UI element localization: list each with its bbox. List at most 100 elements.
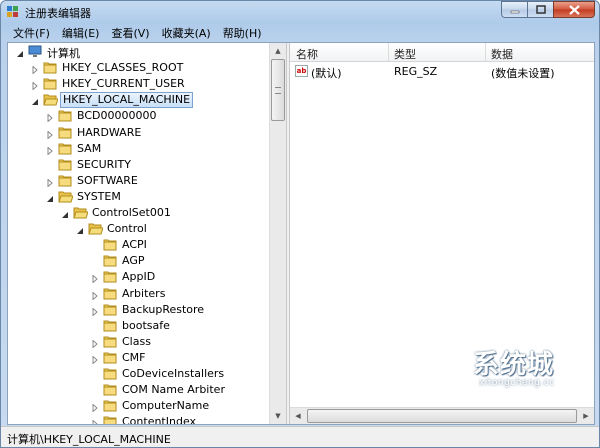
tree-node[interactable]: ACPI xyxy=(8,237,268,253)
folder-icon xyxy=(103,351,118,364)
minimize-button[interactable] xyxy=(501,1,527,18)
folder-icon xyxy=(103,303,118,316)
tree-node-label: Arbiters xyxy=(122,286,166,300)
scroll-down-arrow-icon[interactable]: ▼ xyxy=(270,408,286,424)
collapsed-arrow-icon[interactable] xyxy=(46,177,54,188)
tree-node[interactable]: SOFTWARE xyxy=(8,173,268,189)
column-name[interactable]: 名称 xyxy=(296,46,318,62)
collapsed-arrow-icon[interactable] xyxy=(91,273,99,284)
tree-node[interactable]: ComputerName xyxy=(8,398,268,414)
collapsed-arrow-icon[interactable] xyxy=(91,306,99,317)
collapsed-arrow-icon[interactable] xyxy=(91,402,99,413)
computer-icon xyxy=(28,45,43,58)
folder-icon xyxy=(58,174,73,187)
tree-node-label: ControlSet001 xyxy=(92,206,171,219)
key-tree[interactable]: 计算机 HKEY_CLASSES_ROOT HKEY_CURRENT_USER HKE… xyxy=(8,43,286,424)
folder-icon xyxy=(58,142,73,155)
tree-node-label: bootsafe xyxy=(122,318,170,332)
watermark-text: 系统城 xyxy=(473,350,555,380)
tree-node[interactable]: HKEY_CURRENT_USER xyxy=(8,76,268,92)
tree-node-label: ACPI xyxy=(122,238,147,252)
watermark-logo: 系统城 xitongcheng.cc xyxy=(435,334,585,396)
tree-node-label: HARDWARE xyxy=(77,125,142,139)
tree-scroll-thumb[interactable] xyxy=(271,59,285,121)
collapsed-arrow-icon[interactable] xyxy=(46,129,54,140)
tree-node[interactable]: AGP xyxy=(8,253,268,269)
registry-editor-window: 注册表编辑器 文件(F) 编辑(E) 查看(V) 收藏夹(A) 帮助(H) 计算… xyxy=(0,0,600,448)
close-icon xyxy=(568,4,580,15)
folder-icon xyxy=(58,158,73,171)
registry-editor-icon xyxy=(7,6,18,17)
watermark-sub: xitongcheng.cc xyxy=(479,378,555,388)
folder-icon xyxy=(43,61,58,74)
collapsed-arrow-icon[interactable] xyxy=(91,418,99,424)
menu-edit[interactable]: 编辑(E) xyxy=(56,25,106,41)
tree-node-label: Class xyxy=(122,334,151,348)
column-type[interactable]: 类型 xyxy=(394,46,416,62)
status-bar: 计算机\HKEY_LOCAL_MACHINE xyxy=(1,426,599,447)
tree-node[interactable]: SECURITY xyxy=(8,157,268,173)
collapsed-arrow-icon[interactable] xyxy=(91,354,99,365)
folder-icon xyxy=(58,109,73,122)
string-value-icon: ab xyxy=(295,65,308,77)
menu-favorites[interactable]: 收藏夹(A) xyxy=(156,25,217,41)
status-path: 计算机\HKEY_LOCAL_MACHINE xyxy=(7,433,171,446)
minimize-icon xyxy=(510,10,519,13)
tree-node[interactable]: Control xyxy=(8,221,268,237)
column-data[interactable]: 数据 xyxy=(491,46,513,62)
collapsed-arrow-icon[interactable] xyxy=(91,290,99,301)
tree-node[interactable]: ContentIndex xyxy=(8,414,268,424)
tree-node-label: CoDeviceInstallers xyxy=(122,367,225,380)
collapsed-arrow-icon[interactable] xyxy=(46,112,54,123)
title-bar[interactable]: 注册表编辑器 xyxy=(1,1,599,23)
list-horizontal-scrollbar[interactable]: ◀ ▶ xyxy=(290,407,594,424)
list-scroll-thumb[interactable] xyxy=(307,409,577,423)
expanded-arrow-icon[interactable] xyxy=(61,209,69,218)
menu-help[interactable]: 帮助(H) xyxy=(217,25,268,41)
tree-node[interactable]: COM Name Arbiter xyxy=(8,382,268,398)
window-title: 注册表编辑器 xyxy=(25,7,91,20)
tree-node[interactable]: Class xyxy=(8,334,268,350)
list-item[interactable]: ab (默认) REG_SZ (数值未设置) xyxy=(290,64,594,80)
tree-node[interactable]: HKEY_LOCAL_MACHINE xyxy=(8,92,268,109)
folder-open-icon xyxy=(43,93,59,106)
folder-icon xyxy=(58,126,73,139)
collapsed-arrow-icon[interactable] xyxy=(31,64,39,75)
close-button[interactable] xyxy=(553,1,595,18)
tree-node[interactable]: BackupRestore xyxy=(8,302,268,318)
list-header: 名称 类型 数据 xyxy=(290,43,594,62)
collapsed-arrow-icon[interactable] xyxy=(46,145,54,156)
tree-node-label: AGP xyxy=(122,254,145,268)
tree-node-label: COM Name Arbiter xyxy=(122,383,225,397)
expanded-arrow-icon[interactable] xyxy=(76,225,84,235)
tree-node[interactable]: 计算机 xyxy=(8,44,268,60)
scroll-right-arrow-icon[interactable]: ▶ xyxy=(578,408,594,424)
collapsed-arrow-icon[interactable] xyxy=(31,80,39,91)
tree-node[interactable]: HKEY_CLASSES_ROOT xyxy=(8,60,268,76)
folder-icon xyxy=(103,415,118,424)
expanded-arrow-icon[interactable] xyxy=(16,48,24,57)
maximize-button[interactable] xyxy=(527,1,553,18)
tree-vertical-scrollbar[interactable]: ▲ ▼ xyxy=(269,43,286,424)
menu-view[interactable]: 查看(V) xyxy=(105,25,155,41)
scroll-left-arrow-icon[interactable]: ◀ xyxy=(290,408,306,424)
tree-node-label: ComputerName xyxy=(122,399,210,413)
tree-node[interactable]: BCD00000000 xyxy=(8,108,268,124)
tree-node[interactable]: bootsafe xyxy=(8,318,268,334)
tree-node[interactable]: Arbiters xyxy=(8,286,268,302)
folder-open-icon xyxy=(58,190,74,203)
tree-node-label: HKEY_LOCAL_MACHINE xyxy=(60,92,194,109)
expanded-arrow-icon[interactable] xyxy=(31,96,39,106)
expanded-arrow-icon[interactable] xyxy=(46,193,54,202)
tree-node[interactable]: CoDeviceInstallers xyxy=(8,366,268,382)
menu-file[interactable]: 文件(F) xyxy=(7,25,56,41)
collapsed-arrow-icon[interactable] xyxy=(91,338,99,349)
tree-node[interactable]: CMF xyxy=(8,350,268,366)
tree-node[interactable]: AppID xyxy=(8,269,268,285)
folder-icon xyxy=(103,238,118,251)
tree-node[interactable]: HARDWARE xyxy=(8,125,268,141)
tree-node[interactable]: ControlSet001 xyxy=(8,205,268,221)
tree-node[interactable]: SAM xyxy=(8,141,268,157)
scroll-up-arrow-icon[interactable]: ▲ xyxy=(270,43,286,59)
tree-node[interactable]: SYSTEM xyxy=(8,189,268,205)
